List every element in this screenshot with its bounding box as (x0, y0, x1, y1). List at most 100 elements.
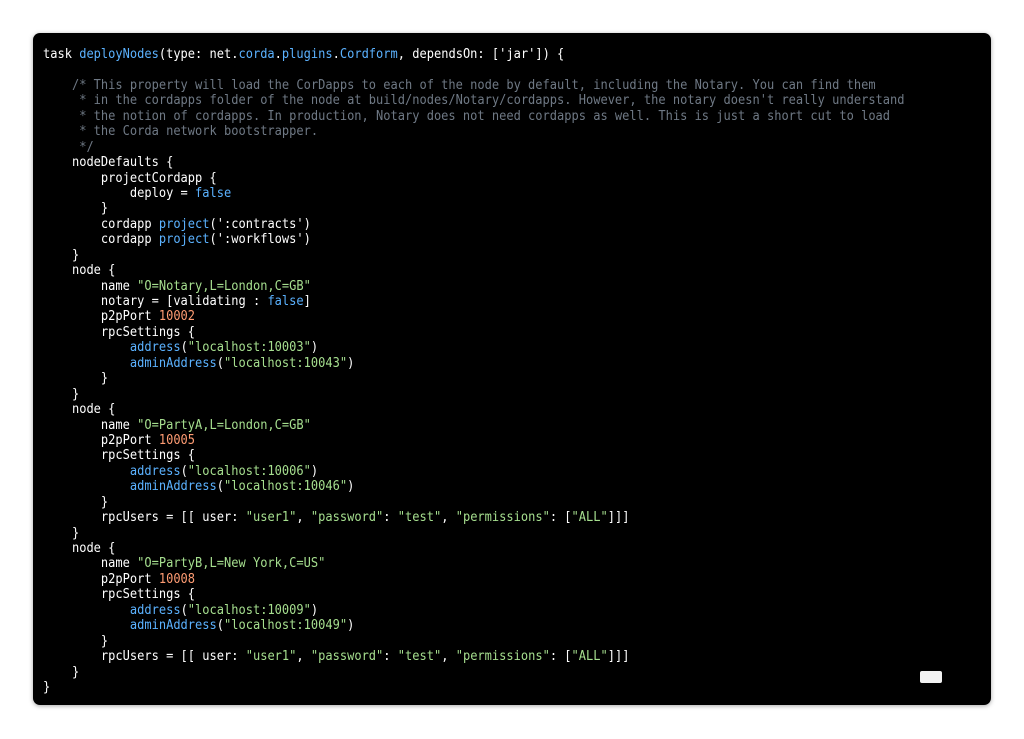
code-line: } (43, 526, 905, 541)
code-keyword: false (267, 294, 304, 309)
code-text: p2pPort (43, 432, 159, 448)
code-text: : [ (549, 510, 572, 526)
code-string: "O=Notary,L=London,C=GB" (137, 278, 311, 294)
code-text: } (43, 494, 109, 510)
code-keyword: Cordform (339, 47, 398, 62)
code-text: ( (216, 618, 224, 634)
code-keyword: deployNodes (79, 47, 159, 62)
code-text: ] (303, 294, 311, 309)
code-line: name "O=PartyA,L=London,C=GB" (43, 418, 905, 433)
code-text: ) (310, 602, 319, 618)
code-line: cordapp project(':contracts') (43, 217, 905, 232)
code-string: "test" (397, 510, 442, 526)
code-string: "ALL" (571, 510, 608, 526)
code-text: task (43, 47, 80, 62)
code-text: rpcUsers = [[ user: (43, 649, 246, 665)
code-line: rpcUsers = [[ user: "user1", "password":… (43, 510, 905, 525)
code-line: rpcSettings { (43, 325, 905, 340)
code-keyword: adminAddress (129, 618, 217, 634)
code-line: deploy = false (43, 186, 905, 201)
code-keyword: address (129, 340, 181, 356)
code-text: cordapp (43, 216, 159, 232)
code-line: } (43, 248, 905, 263)
code-keyword: project (158, 232, 210, 248)
code-string: "localhost:10009" (187, 602, 311, 618)
code-string: "O=PartyA,L=London,C=GB" (137, 417, 311, 433)
code-text: ) (347, 618, 355, 634)
code-line: adminAddress("localhost:10043") (43, 356, 905, 371)
code-text: , (296, 510, 311, 526)
code-text: ]]] (607, 510, 630, 526)
code-text: rpcUsers = [[ user: (43, 510, 246, 526)
code-line: } (43, 371, 905, 386)
code-line: */ (43, 140, 905, 155)
code-number: 10002 (158, 309, 196, 325)
code-string: "test" (397, 649, 442, 665)
code-text: ( (216, 479, 224, 495)
code-line: rpcSettings { (43, 448, 905, 463)
code-string: "permissions" (455, 510, 550, 526)
code-line: } (43, 665, 905, 680)
code-snippet-panel: task deployNodes(type: net.corda.plugins… (33, 33, 991, 705)
code-line: } (43, 387, 905, 402)
code-text: cordapp (43, 232, 159, 248)
code-line: address("localhost:10003") (43, 340, 905, 355)
code-text: } (43, 633, 109, 649)
code-text: } (43, 201, 109, 217)
code-line: node { (43, 541, 905, 556)
code-text: : [ (549, 649, 572, 665)
code-line: } (43, 634, 905, 649)
code-string: "localhost:10006" (187, 463, 311, 479)
code-text: ( (180, 340, 188, 356)
code-keyword: corda (238, 47, 275, 62)
code-comment: * in the cordapps folder of the node at … (43, 93, 905, 109)
code-text: (type: net. (158, 47, 239, 62)
code-string: "localhost:10003" (187, 340, 311, 356)
code-line: name "O=PartyB,L=New York,C=US" (43, 556, 905, 571)
code-text: name (43, 278, 138, 294)
code-line: /* This property will load the CorDapps … (43, 78, 905, 93)
code-text: , (296, 649, 311, 665)
code-line: * the notion of cordapps. In production,… (43, 109, 905, 124)
code-text: } (43, 525, 80, 541)
code-string: "user1" (245, 510, 297, 526)
code-comment: /* This property will load the CorDapps … (43, 77, 876, 93)
code-string: "user1" (245, 649, 297, 665)
code-text: , dependsOn: ['jar']) { (397, 47, 565, 62)
code-line: adminAddress("localhost:10046") (43, 479, 905, 494)
code-text: } (43, 679, 51, 695)
code-string: "password" (310, 649, 384, 665)
code-line: p2pPort 10002 (43, 309, 905, 324)
code-text: ]]] (607, 649, 630, 665)
code-text: } (43, 371, 109, 387)
code-text: ) (310, 340, 319, 356)
code-comment: * the Corda network bootstrapper. (43, 124, 319, 140)
code-string: "localhost:10046" (223, 479, 348, 495)
code-text: , (441, 510, 456, 526)
code-comment: * the notion of cordapps. In production,… (43, 108, 891, 124)
code-text: ) (347, 355, 355, 371)
code-line: cordapp project(':workflows') (43, 232, 905, 247)
code-line: notary = [validating : false] (43, 294, 905, 309)
code-line: * the Corda network bootstrapper. (43, 124, 905, 139)
code-text: rpcSettings { (43, 324, 196, 340)
code-comment: */ (43, 139, 94, 155)
code-line: task deployNodes(type: net.corda.plugins… (43, 47, 905, 62)
code-line: } (43, 201, 905, 216)
code-text: (':contracts') (209, 216, 311, 232)
code-text: nodeDefaults { (43, 155, 174, 171)
code-string: "permissions" (455, 649, 550, 665)
code-line: } (43, 680, 905, 695)
code-text: ( (180, 602, 188, 618)
code-text: , (441, 649, 456, 665)
code-line: p2pPort 10008 (43, 572, 905, 587)
code-keyword: project (158, 216, 210, 232)
code-keyword: adminAddress (129, 355, 217, 371)
code-line: * in the cordapps folder of the node at … (43, 93, 905, 109)
code-text: ( (180, 463, 188, 479)
code-text: . (332, 47, 340, 62)
